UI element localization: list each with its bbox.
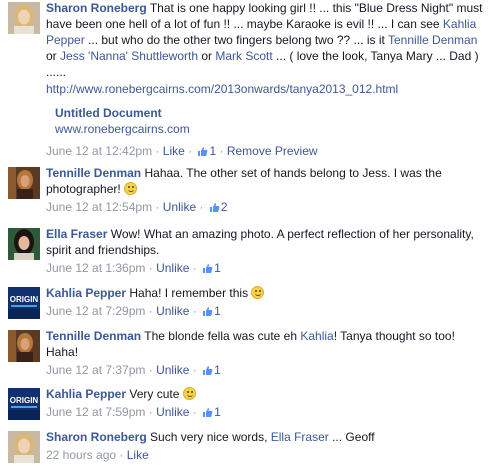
like-count[interactable]: 1 <box>214 304 221 318</box>
timestamp[interactable]: June 12 at 12:54pm <box>46 200 152 214</box>
smiley-emoji-icon <box>251 286 265 299</box>
mention-link[interactable]: Tennille Denman <box>388 33 477 47</box>
like-button[interactable]: Like <box>127 448 149 462</box>
like-count[interactable]: 1 <box>214 261 221 275</box>
author-link[interactable]: Tennille Denman <box>46 166 141 180</box>
link-preview[interactable]: Untitled Document www.ronebergcairns.com <box>55 105 488 137</box>
avatar-tennille-denman[interactable] <box>8 167 40 199</box>
svg-text:ORIGIN: ORIGIN <box>10 295 39 304</box>
timestamp[interactable]: June 12 at 7:37pm <box>46 363 145 377</box>
comment-meta: June 12 at 7:29pm · Unlike · 1 <box>46 303 488 321</box>
like-count[interactable]: 1 <box>214 363 221 377</box>
timestamp[interactable]: June 12 at 12:42pm <box>46 144 152 158</box>
like-count[interactable]: 1 <box>209 144 216 158</box>
unlike-button[interactable]: Unlike <box>156 405 189 419</box>
unlike-button[interactable]: Unlike <box>163 200 196 214</box>
author-link[interactable]: Sharon Roneberg <box>46 1 147 15</box>
preview-title[interactable]: Untitled Document <box>55 105 488 121</box>
like-count[interactable]: 2 <box>221 200 228 214</box>
avatar-sharon-roneberg[interactable] <box>8 2 40 34</box>
timestamp[interactable]: 22 hours ago <box>46 448 116 462</box>
unlike-button[interactable]: Unlike <box>156 304 189 318</box>
smiley-emoji-icon <box>182 387 196 400</box>
mention-link[interactable]: Kahlia <box>300 329 333 343</box>
avatar-kahlia-pepper[interactable]: ORIGIN <box>8 388 40 420</box>
comment-text: Sharon Roneberg That is one happy lookin… <box>46 0 488 97</box>
like-count[interactable]: 1 <box>214 405 221 419</box>
author-link[interactable]: Tennille Denman <box>46 329 141 343</box>
unlike-button[interactable]: Unlike <box>156 363 189 377</box>
smiley-emoji-icon <box>124 182 138 195</box>
comment-meta: 22 hours ago · Like <box>46 448 149 462</box>
comment-text: Kahlia Pepper Haha! I remember this <box>46 285 488 301</box>
comment-text: Tennille Denman Hahaa. The other set of … <box>46 166 442 196</box>
author-link[interactable]: Kahlia Pepper <box>46 286 126 300</box>
timestamp[interactable]: June 12 at 1:36pm <box>46 261 145 275</box>
like-button[interactable]: Like <box>163 144 185 158</box>
svg-text:ORIGIN: ORIGIN <box>10 396 39 405</box>
comment-meta: June 12 at 7:59pm · Unlike · 1 <box>46 404 488 422</box>
comment-meta: June 12 at 12:42pm · Like · 1 · Remove P… <box>46 143 488 161</box>
comment-text: Sharon Roneberg Such very nice words, El… <box>46 430 375 444</box>
preview-domain[interactable]: www.ronebergcairns.com <box>55 121 488 137</box>
author-link[interactable]: Kahlia Pepper <box>46 387 126 401</box>
unlike-button[interactable]: Unlike <box>156 261 189 275</box>
avatar-ella-fraser[interactable] <box>8 228 40 260</box>
timestamp[interactable]: June 12 at 7:29pm <box>46 304 145 318</box>
shared-url-link[interactable]: http://www.ronebergcairns.com/2013onward… <box>46 81 488 97</box>
comment-meta: June 12 at 1:36pm · Unlike · 1 <box>46 260 488 278</box>
comment-text: Kahlia Pepper Very cute <box>46 386 488 402</box>
thumbs-up-icon <box>209 201 220 217</box>
avatar-tennille-denman[interactable] <box>8 330 40 362</box>
timestamp[interactable]: June 12 at 7:59pm <box>46 405 145 419</box>
comment-meta: June 12 at 7:37pm · Unlike · 1 <box>46 362 488 380</box>
thumbs-up-icon <box>197 145 208 161</box>
author-link[interactable]: Ella Fraser <box>46 227 107 241</box>
author-link[interactable]: Sharon Roneberg <box>46 430 147 444</box>
avatar-sharon-roneberg[interactable] <box>8 431 40 463</box>
thumbs-up-icon <box>202 406 213 422</box>
thumbs-up-icon <box>202 364 213 380</box>
comment-text: Tennille Denman The blonde fella was cut… <box>46 329 455 359</box>
comment-meta: June 12 at 12:54pm · Unlike · 2 <box>46 199 488 217</box>
mention-link[interactable]: Jess 'Nanna' Shuttleworth <box>60 49 198 63</box>
mention-link[interactable]: Ella Fraser <box>271 430 329 444</box>
comment-text: Ella Fraser Wow! What an amazing photo. … <box>46 227 474 257</box>
thumbs-up-icon <box>202 305 213 321</box>
mention-link[interactable]: Mark Scott <box>215 49 272 63</box>
remove-preview-button[interactable]: Remove Preview <box>227 144 318 158</box>
thumbs-up-icon <box>202 262 213 278</box>
avatar-kahlia-pepper[interactable]: ORIGIN <box>8 287 40 319</box>
